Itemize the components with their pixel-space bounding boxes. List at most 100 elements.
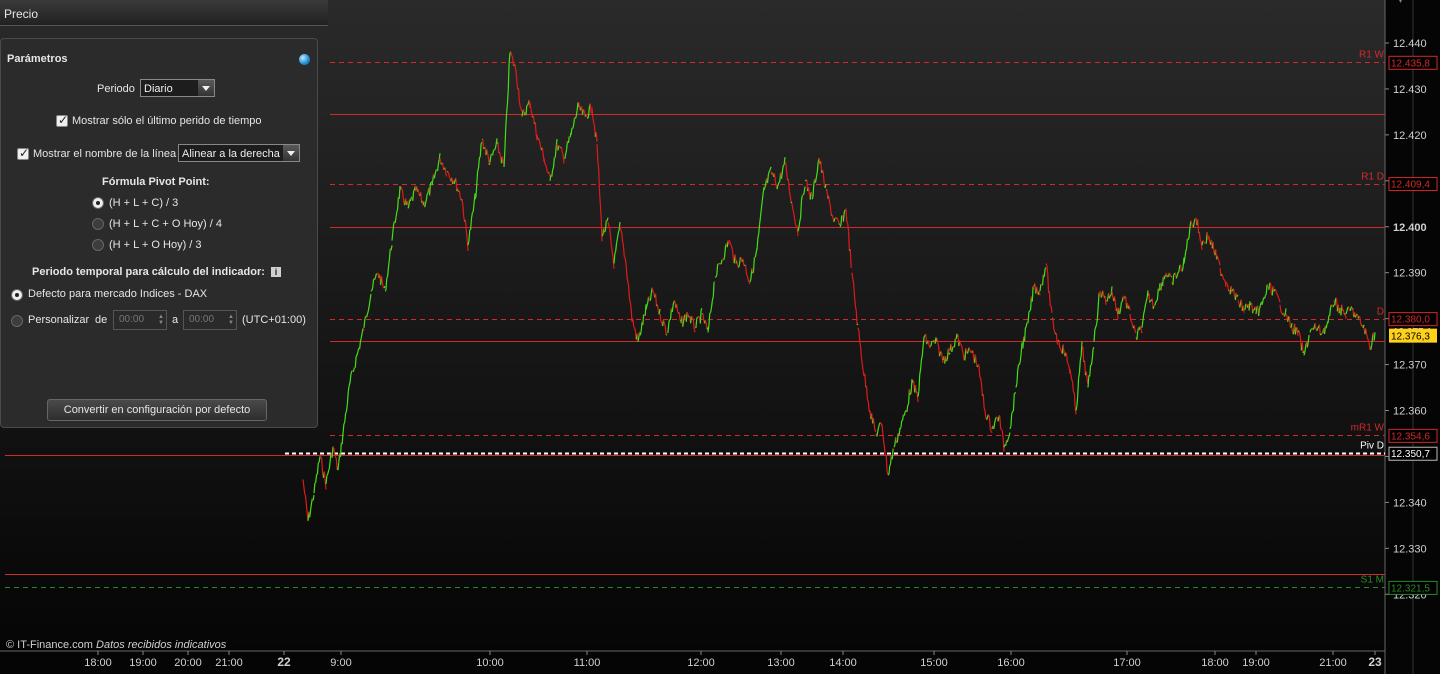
price-tick	[1095, 324, 1098, 328]
price-tick	[836, 218, 839, 221]
info-bubble-icon[interactable]	[299, 54, 310, 65]
show-name-checkbox[interactable]	[17, 146, 29, 160]
price-tick	[574, 115, 577, 119]
price-tick	[849, 249, 852, 268]
formula-radio-1[interactable]	[92, 197, 104, 209]
chevron-down-icon	[283, 145, 299, 161]
price-tick	[1078, 373, 1080, 378]
price-tick	[440, 162, 443, 165]
price-tick	[778, 180, 781, 183]
time-from-input[interactable]: 00:00 ▲ ▼	[113, 310, 167, 330]
x-tick-label: 19:00	[1242, 657, 1270, 669]
price-tick	[1130, 320, 1133, 323]
price-tick	[1280, 311, 1283, 314]
x-tick-label: 11:00	[574, 657, 601, 669]
price-tick	[1270, 283, 1272, 294]
price-tick	[610, 236, 612, 246]
level-value-label: 12.321,5	[1391, 583, 1430, 594]
x-tick-label: 19:00	[129, 657, 157, 669]
spinner-icon[interactable]: ▲ ▼	[228, 314, 234, 326]
periodo-select[interactable]: Diario	[140, 79, 215, 97]
price-tick	[429, 184, 431, 196]
price-tick	[892, 448, 895, 451]
price-tick	[552, 167, 555, 171]
price-tick	[940, 351, 943, 358]
price-tick	[644, 304, 647, 316]
price-tick	[909, 392, 912, 396]
price-tick	[716, 264, 719, 276]
convert-default-button[interactable]: Convertir en configuración por defecto	[47, 399, 267, 421]
price-tick	[1245, 303, 1247, 306]
price-tick	[504, 128, 507, 150]
price-tick	[401, 188, 403, 191]
price-tick	[1319, 333, 1322, 336]
price-tick	[876, 431, 879, 437]
price-tick	[425, 199, 427, 203]
price-tick	[712, 281, 715, 297]
x-tick-label: 21:00	[1319, 657, 1347, 669]
formula-radio-3[interactable]	[92, 239, 104, 251]
price-tick	[867, 401, 870, 411]
price-tick	[639, 330, 642, 336]
price-tick	[591, 107, 594, 118]
price-tick	[1032, 286, 1035, 289]
price-tick	[521, 111, 524, 117]
align-select[interactable]: Alinear a la derecha	[178, 144, 300, 162]
price-tick	[304, 495, 307, 504]
price-tick	[413, 189, 415, 192]
level-value-label: 12.350,7	[1391, 449, 1430, 460]
price-tick	[598, 169, 601, 192]
time-to-value: 00:00	[189, 314, 215, 325]
de-label: de	[95, 314, 108, 326]
price-tick	[1350, 306, 1353, 308]
price-tick	[1285, 313, 1288, 317]
formula-radio-2[interactable]	[92, 218, 104, 230]
price-tick	[926, 341, 928, 345]
time-to-input[interactable]: 00:00 ▲ ▼	[183, 310, 237, 330]
spinner-icon[interactable]: ▲ ▼	[158, 314, 164, 326]
price-tick	[1120, 300, 1123, 303]
price-tick	[512, 56, 514, 66]
price-tick	[478, 156, 481, 159]
show-last-label: Mostrar sólo el último perido de tiempo	[72, 115, 262, 127]
level-name: R1 W	[1359, 50, 1385, 61]
formula-title: Fórmula Pivot Point:	[102, 176, 210, 188]
price-tick	[506, 104, 508, 114]
price-tick	[993, 423, 996, 429]
price-tick	[1265, 284, 1268, 294]
price-tick	[558, 145, 560, 147]
info-icon[interactable]: i	[271, 267, 281, 277]
price-tick	[1084, 360, 1086, 376]
price-tick	[1273, 289, 1276, 292]
price-tick	[1191, 223, 1194, 227]
price-tick	[1348, 306, 1350, 311]
price-tick	[394, 217, 397, 223]
price-tick	[392, 224, 395, 233]
price-tick	[1354, 314, 1357, 318]
formula-option-1: (H + L + C) / 3	[109, 197, 179, 209]
timezone-label: (UTC+01:00)	[242, 314, 306, 326]
price-tick	[386, 276, 389, 279]
price-tick	[643, 313, 645, 316]
y-tick-label: 12.370	[1393, 360, 1427, 372]
custom-radio[interactable]	[11, 315, 23, 327]
x-tick-label: 20:00	[174, 657, 202, 669]
default-market-radio[interactable]	[11, 289, 23, 301]
level-name: R1 D	[1361, 172, 1384, 183]
price-tick	[1009, 426, 1012, 430]
price-tick	[1268, 282, 1271, 290]
price-tick	[1222, 275, 1224, 280]
price-tick	[1060, 348, 1062, 353]
show-last-checkbox[interactable]	[56, 113, 68, 127]
price-tick	[864, 374, 867, 388]
price-tick	[527, 103, 529, 106]
price-tick	[866, 399, 869, 402]
price-tick	[902, 414, 904, 421]
price-tick	[789, 195, 792, 204]
data-note: Datos recibidos indicativos	[96, 639, 227, 651]
y-tick-label: 12.400	[1393, 222, 1427, 234]
price-tick	[879, 422, 882, 424]
price-tick	[1168, 272, 1171, 275]
price-tick	[1366, 333, 1368, 338]
price-tick	[462, 205, 465, 217]
